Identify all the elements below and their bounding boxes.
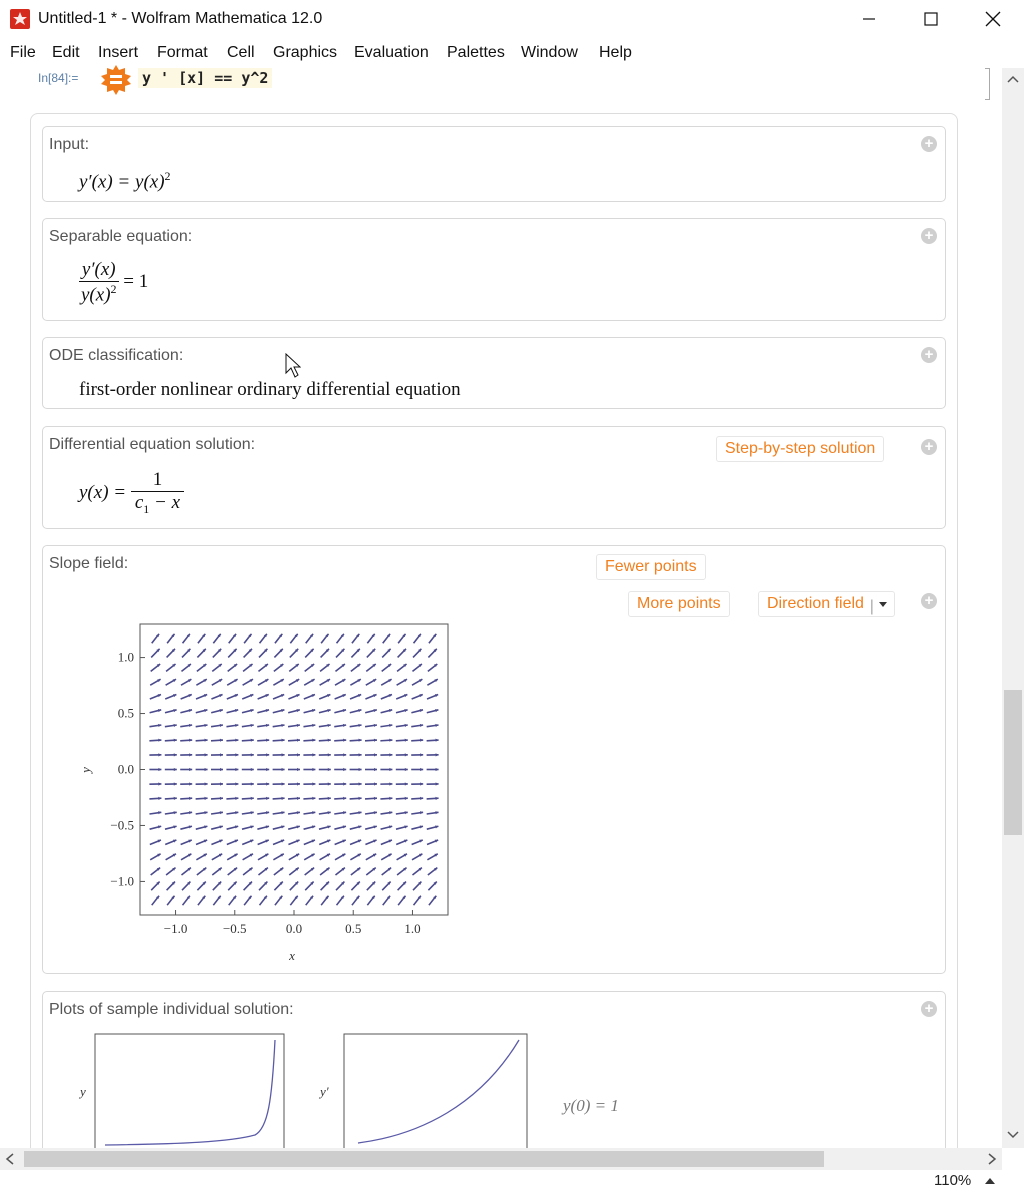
- vertical-scroll-thumb[interactable]: [1004, 690, 1022, 835]
- cell-bracket[interactable]: [985, 68, 990, 100]
- menu-window[interactable]: Window: [521, 44, 578, 62]
- x-tick-label: −1.0: [164, 921, 188, 936]
- scroll-left-icon[interactable]: [4, 1152, 16, 1166]
- expand-icon[interactable]: +: [921, 1001, 937, 1017]
- menu-edit[interactable]: Edit: [52, 44, 80, 62]
- input-code[interactable]: y ' [x] == y^2: [138, 68, 273, 88]
- initial-condition: y(0) = 1: [561, 1096, 619, 1115]
- classification-text: first-order nonlinear ordinary different…: [79, 379, 461, 400]
- close-button[interactable]: [962, 0, 1024, 38]
- menu-help[interactable]: Help: [599, 44, 632, 62]
- minimize-icon: [863, 18, 875, 20]
- sample-plots: y y′ y(0) = 1: [78, 1033, 619, 1148]
- pod-title: Input:: [49, 136, 90, 153]
- pod-title: Plots of sample individual solution:: [49, 1001, 294, 1018]
- pod-solution: Differential equation solution: Step-by-…: [42, 426, 946, 529]
- sample-plot-yprime-frame: [343, 1033, 528, 1148]
- pod-title: Separable equation:: [49, 228, 193, 245]
- window-title: Untitled-1 * - Wolfram Mathematica 12.0: [38, 10, 323, 27]
- title-bar: Untitled-1 * - Wolfram Mathematica 12.0: [0, 0, 1024, 38]
- pod-classification: ODE classification: + first-order nonlin…: [42, 337, 946, 409]
- y-tick-label: −0.5: [110, 817, 134, 832]
- solution-formula: y(x) = 1 c1 − x: [79, 469, 185, 517]
- input-cell-label: In[84]:=: [38, 71, 79, 85]
- expand-icon[interactable]: +: [921, 136, 937, 152]
- pod-title: ODE classification:: [49, 347, 184, 364]
- menu-palettes[interactable]: Palettes: [447, 44, 505, 62]
- pod-separable: Separable equation: + y′(x) y(x)2 = 1: [42, 218, 946, 321]
- menu-format[interactable]: Format: [157, 44, 208, 62]
- x-tick-label: 1.0: [404, 921, 420, 936]
- expand-icon[interactable]: +: [921, 228, 937, 244]
- slope-field-chart: −1.0 −0.5 0.0 0.5 1.0 −1.0 −0.5 0.0 0.5 1.0 x y: [78, 623, 449, 963]
- mathematica-icon: [10, 9, 30, 29]
- direction-field-dropdown[interactable]: Direction field |: [758, 591, 895, 617]
- maximize-icon: [924, 12, 938, 26]
- menu-cell[interactable]: Cell: [227, 44, 255, 62]
- scroll-down-icon[interactable]: [1006, 1130, 1020, 1140]
- expand-icon[interactable]: +: [921, 439, 937, 455]
- expand-icon[interactable]: +: [921, 593, 937, 609]
- y-axis-label: y: [78, 767, 93, 775]
- zoom-level[interactable]: 110%: [934, 1172, 971, 1189]
- menu-evaluation[interactable]: Evaluation: [354, 44, 429, 62]
- minimize-button[interactable]: [838, 0, 900, 38]
- separable-formula: y′(x) y(x)2 = 1: [79, 259, 149, 306]
- step-by-step-button[interactable]: Step-by-step solution: [716, 436, 885, 462]
- x-axis-label: x: [288, 948, 295, 963]
- close-icon: [985, 11, 1001, 27]
- expand-icon[interactable]: +: [921, 347, 937, 363]
- menu-file[interactable]: File: [10, 44, 36, 62]
- more-points-button[interactable]: More points: [628, 591, 730, 617]
- menu-insert[interactable]: Insert: [98, 44, 138, 62]
- menu-bar: File Edit Insert Format Cell Graphics Ev…: [0, 40, 1024, 66]
- pod-title: Differential equation solution:: [49, 436, 256, 453]
- sample-plot-y-frame: [94, 1033, 285, 1148]
- pod-input: Input: + y′(x) = y(x)2: [42, 126, 946, 202]
- x-tick-label: 0.5: [345, 921, 361, 936]
- y-tick-label: 0.5: [118, 706, 134, 721]
- y-tick-label: 0.0: [118, 762, 134, 777]
- chevron-down-icon: [878, 602, 887, 607]
- pod-title: Slope field:: [49, 555, 129, 572]
- horizontal-scroll-thumb[interactable]: [24, 1151, 824, 1167]
- x-tick-label: −0.5: [223, 921, 247, 936]
- scroll-up-icon[interactable]: [1006, 74, 1020, 84]
- wolfram-alpha-icon[interactable]: [100, 64, 132, 96]
- mouse-cursor-icon: [285, 353, 301, 378]
- vertical-scrollbar[interactable]: [1002, 68, 1024, 1148]
- maximize-button[interactable]: [900, 0, 962, 38]
- sample-yprime-label: y′: [318, 1084, 329, 1099]
- y-tick-label: −1.0: [110, 873, 134, 888]
- fewer-points-button[interactable]: Fewer points: [596, 554, 706, 580]
- scroll-right-icon[interactable]: [986, 1152, 998, 1166]
- input-formula: y′(x) = y(x)2: [79, 169, 171, 193]
- menu-graphics[interactable]: Graphics: [273, 44, 337, 62]
- x-tick-label: 0.0: [286, 921, 302, 936]
- sample-y-label: y: [78, 1084, 86, 1099]
- zoom-up-icon[interactable]: [984, 1177, 996, 1185]
- y-tick-label: 1.0: [118, 650, 134, 665]
